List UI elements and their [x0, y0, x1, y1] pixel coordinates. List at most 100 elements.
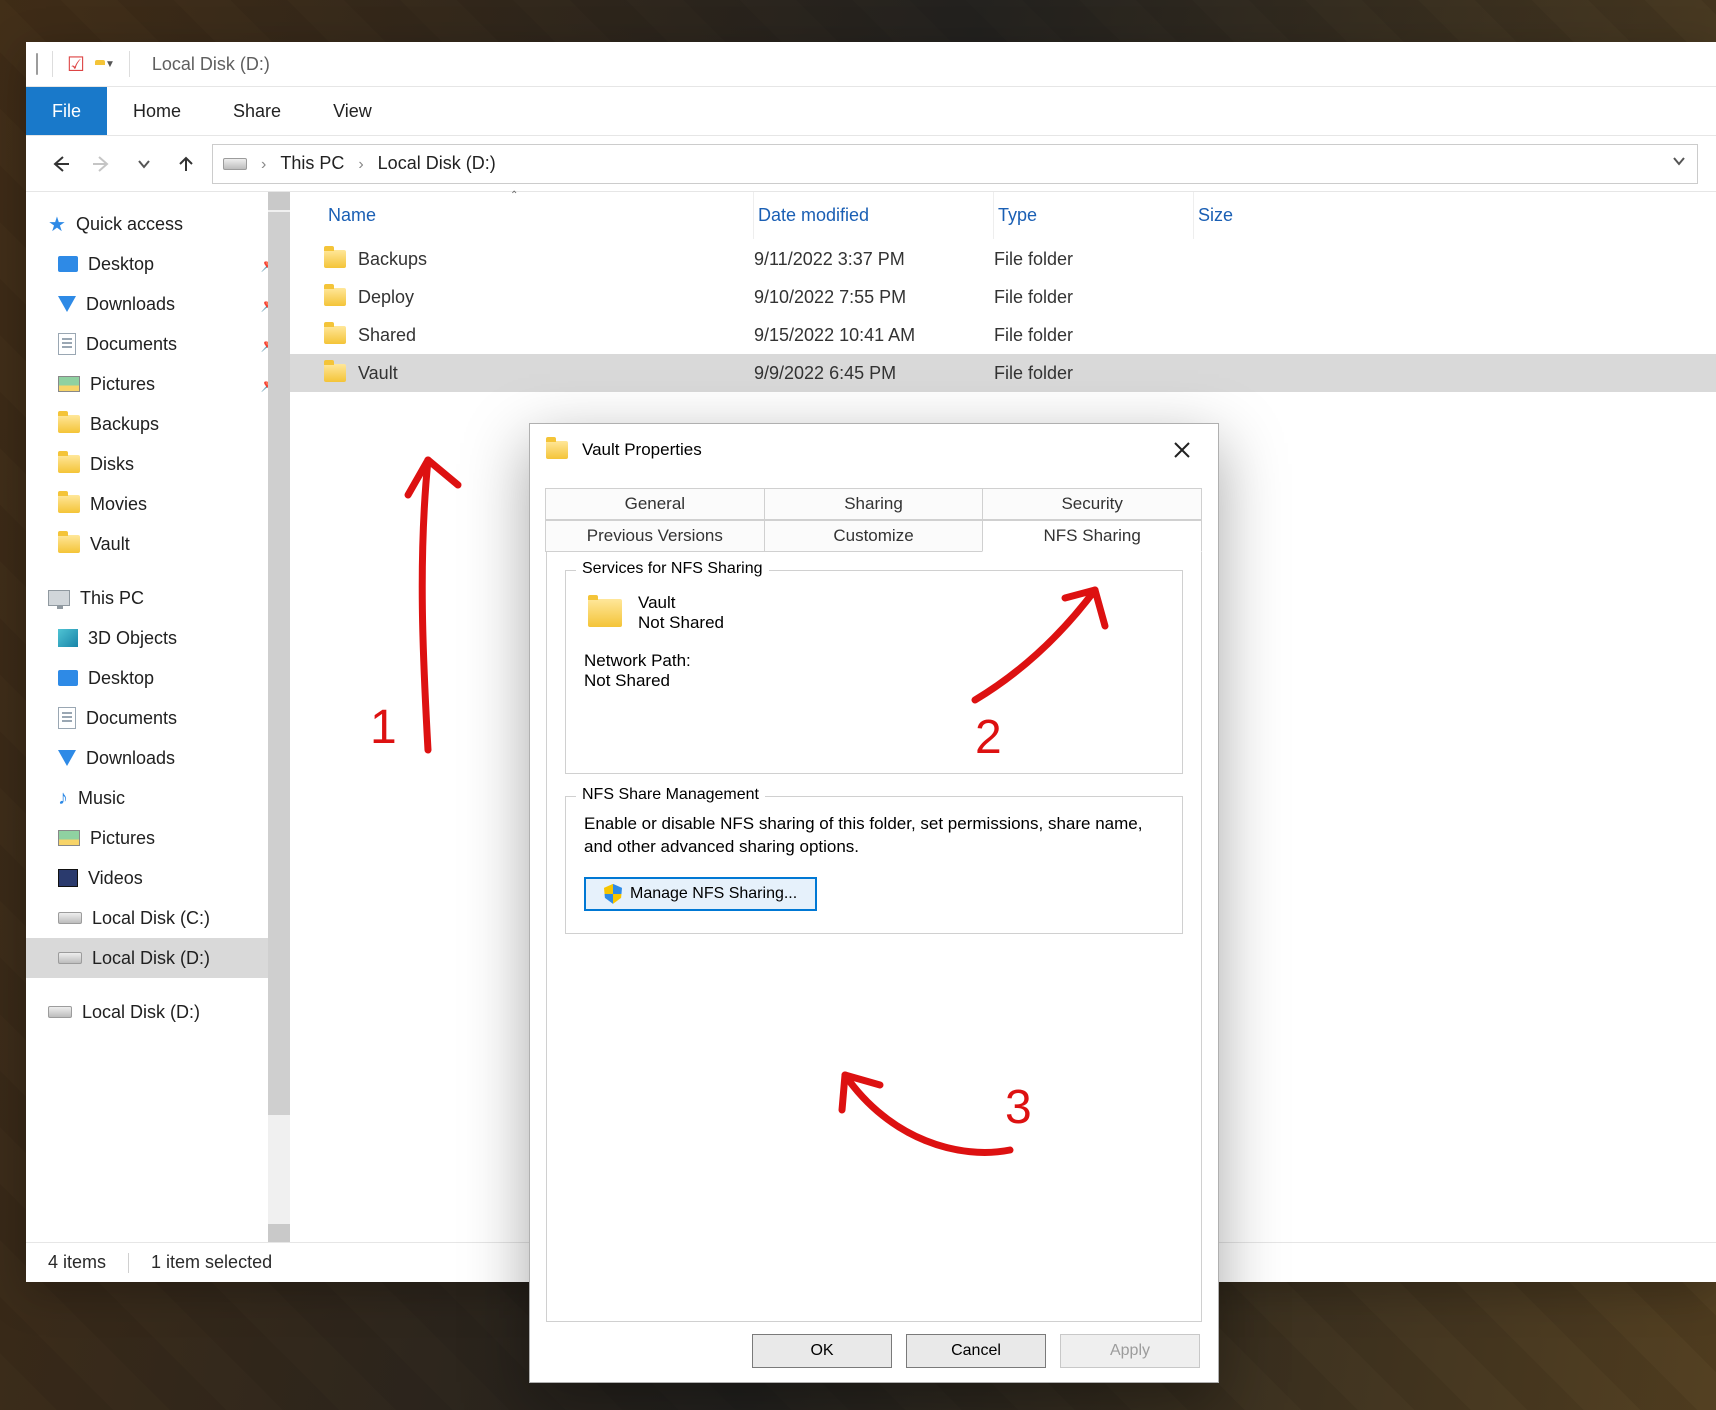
- column-modified[interactable]: Date modified: [754, 192, 994, 239]
- nfs-management-text: Enable or disable NFS sharing of this fo…: [584, 813, 1164, 859]
- sidebar-item-downloads[interactable]: Downloads📌: [26, 284, 290, 324]
- shield-icon: [604, 884, 622, 904]
- folder-icon: [58, 535, 80, 553]
- dialog-button-row: OK Cancel Apply: [752, 1334, 1200, 1368]
- ribbon-tabs: File Home Share View: [26, 86, 1716, 136]
- file-row-selected[interactable]: Vault 9/9/2022 6:45 PM File folder: [290, 354, 1716, 392]
- folder-icon: [324, 250, 346, 268]
- close-button[interactable]: [1162, 430, 1202, 470]
- file-row[interactable]: Backups 9/11/2022 3:37 PM File folder: [290, 240, 1716, 278]
- status-item-count: 4 items: [48, 1252, 106, 1273]
- sidebar-item-drive-d[interactable]: Local Disk (D:): [26, 938, 290, 978]
- sidebar-item-pictures-pc[interactable]: Pictures: [26, 818, 290, 858]
- column-type[interactable]: Type: [994, 192, 1194, 239]
- column-size[interactable]: Size: [1194, 192, 1374, 239]
- desktop-icon: [58, 670, 78, 686]
- tab-strip: General Sharing Security Previous Versio…: [530, 476, 1218, 552]
- sidebar-item-music[interactable]: ♪Music: [26, 778, 290, 818]
- dialog-title: Vault Properties: [582, 440, 702, 460]
- sidebar-scrollbar[interactable]: [268, 192, 290, 1242]
- group-nfs-management: NFS Share Management Enable or disable N…: [565, 796, 1183, 934]
- properties-dialog: Vault Properties General Sharing Securit…: [529, 423, 1219, 1383]
- document-icon: [58, 707, 76, 729]
- sidebar-item-vault[interactable]: Vault: [26, 524, 290, 564]
- file-row[interactable]: Deploy 9/10/2022 7:55 PM File folder: [290, 278, 1716, 316]
- video-icon: [58, 869, 78, 887]
- tab-file[interactable]: File: [26, 87, 107, 135]
- network-path-value: Not Shared: [584, 671, 1164, 691]
- tab-sharing[interactable]: Sharing: [764, 488, 984, 520]
- star-icon: ★: [48, 212, 66, 237]
- desktop-icon: [58, 256, 78, 272]
- share-folder-status: Not Shared: [638, 613, 724, 633]
- download-icon: [58, 296, 76, 312]
- tab-general[interactable]: General: [545, 488, 765, 520]
- manage-nfs-sharing-button[interactable]: Manage NFS Sharing...: [584, 877, 817, 911]
- share-folder-name: Vault: [638, 593, 724, 613]
- sidebar-item-documents-pc[interactable]: Documents: [26, 698, 290, 738]
- sidebar-item-pictures[interactable]: Pictures📌: [26, 364, 290, 404]
- sidebar-item-backups[interactable]: Backups: [26, 404, 290, 444]
- network-path-label: Network Path:: [584, 651, 1164, 671]
- tab-previous-versions[interactable]: Previous Versions: [545, 520, 765, 552]
- nav-forward-button[interactable]: [86, 148, 118, 180]
- group-legend: Services for NFS Sharing: [576, 560, 769, 578]
- chevron-right-icon: [356, 153, 365, 174]
- sidebar-item-drive-c[interactable]: Local Disk (C:): [26, 898, 290, 938]
- tab-panel-nfs: Services for NFS Sharing Vault Not Share…: [546, 552, 1202, 1322]
- drive-icon: [58, 952, 82, 964]
- sidebar-quick-access[interactable]: ★Quick access: [26, 204, 290, 244]
- scroll-thumb[interactable]: [268, 212, 290, 1115]
- sort-indicator-icon: ⌃: [510, 190, 518, 201]
- navigation-bar: This PC Local Disk (D:): [26, 136, 1716, 192]
- group-legend: NFS Share Management: [576, 786, 765, 804]
- nav-history-dropdown[interactable]: [128, 148, 160, 180]
- folder-icon: [546, 441, 568, 459]
- scroll-down-button[interactable]: [268, 1224, 290, 1242]
- document-icon: [58, 333, 76, 355]
- drive-icon: [36, 54, 38, 75]
- separator: [52, 51, 53, 77]
- address-bar[interactable]: This PC Local Disk (D:): [212, 144, 1698, 184]
- column-name[interactable]: Name: [324, 192, 754, 239]
- tab-customize[interactable]: Customize: [764, 520, 984, 552]
- group-services-nfs: Services for NFS Sharing Vault Not Share…: [565, 570, 1183, 774]
- music-icon: ♪: [58, 787, 68, 810]
- apply-button[interactable]: Apply: [1060, 1334, 1200, 1368]
- folder-icon: [58, 495, 80, 513]
- sidebar-item-desktop-pc[interactable]: Desktop: [26, 658, 290, 698]
- address-dropdown-icon[interactable]: [1671, 153, 1687, 174]
- folder-icon: [324, 326, 346, 344]
- nav-up-button[interactable]: [170, 148, 202, 180]
- tab-security[interactable]: Security: [982, 488, 1202, 520]
- check-icon: ☑: [67, 52, 85, 77]
- sidebar-item-3d-objects[interactable]: 3D Objects: [26, 618, 290, 658]
- sidebar-item-documents[interactable]: Documents📌: [26, 324, 290, 364]
- cancel-button[interactable]: Cancel: [906, 1334, 1046, 1368]
- nav-back-button[interactable]: [44, 148, 76, 180]
- drive-icon: [48, 1006, 72, 1018]
- sidebar-item-disks[interactable]: Disks: [26, 444, 290, 484]
- qatoolbar-dropdown-icon[interactable]: ▼: [105, 59, 115, 70]
- ok-button[interactable]: OK: [752, 1334, 892, 1368]
- scroll-up-button[interactable]: [268, 192, 290, 210]
- tab-nfs-sharing[interactable]: NFS Sharing: [982, 520, 1202, 552]
- pictures-icon: [58, 830, 80, 846]
- titlebar: ☑ ▼ Local Disk (D:): [26, 42, 1716, 86]
- tab-share[interactable]: Share: [207, 87, 307, 135]
- breadcrumb-this-pc[interactable]: This PC: [280, 153, 344, 174]
- window-title: Local Disk (D:): [152, 54, 270, 75]
- sidebar-item-desktop[interactable]: Desktop📌: [26, 244, 290, 284]
- drive-icon: [58, 912, 82, 924]
- sidebar-item-videos[interactable]: Videos: [26, 858, 290, 898]
- chevron-right-icon: [259, 153, 268, 174]
- sidebar-item-movies[interactable]: Movies: [26, 484, 290, 524]
- sidebar-this-pc[interactable]: This PC: [26, 578, 290, 618]
- sidebar-item-downloads-pc[interactable]: Downloads: [26, 738, 290, 778]
- tab-view[interactable]: View: [307, 87, 398, 135]
- sidebar-item-drive-d-root[interactable]: Local Disk (D:): [26, 992, 290, 1032]
- file-row[interactable]: Shared 9/15/2022 10:41 AM File folder: [290, 316, 1716, 354]
- cube-icon: [58, 629, 78, 647]
- tab-home[interactable]: Home: [107, 87, 207, 135]
- breadcrumb-current[interactable]: Local Disk (D:): [378, 153, 496, 174]
